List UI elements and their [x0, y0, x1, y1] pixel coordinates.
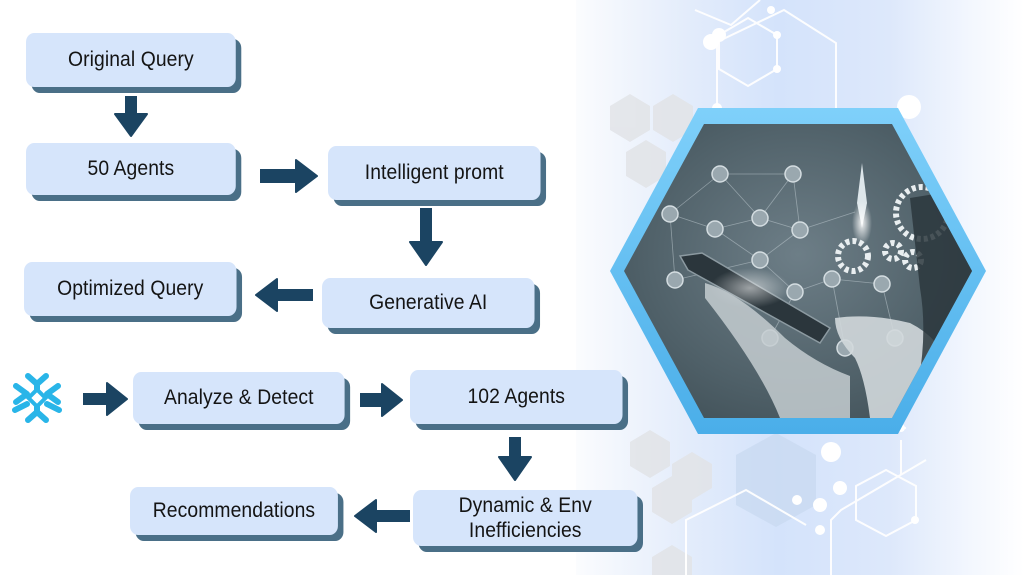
- node-label: 102 Agents: [467, 385, 566, 409]
- node-recommendations: Recommendations: [130, 487, 338, 535]
- node-label-line1: Dynamic & Env: [458, 493, 592, 517]
- node-label: Recommendations: [152, 499, 316, 523]
- node-optimized-query: Optimized Query: [24, 262, 237, 316]
- node-label-line2: Inefficiencies: [468, 519, 582, 542]
- node-analyze-detect: Analyze & Detect: [133, 372, 345, 424]
- snowflake-logo-icon: [12, 373, 62, 423]
- arrow-down-icon: [498, 437, 532, 481]
- node-intelligent-prompt: Intelligent promt: [328, 146, 541, 200]
- arrow-down-icon: [114, 96, 148, 137]
- node-label: Generative AI: [369, 291, 488, 315]
- node-dynamic-env-inefficiencies: Dynamic & Env Inefficiencies: [413, 490, 638, 546]
- node-102-agents: 102 Agents: [410, 370, 623, 424]
- arrow-left-icon: [354, 499, 410, 533]
- arrow-right-icon: [360, 383, 403, 417]
- agent-network-illustration: [610, 108, 986, 434]
- node-label: Intelligent promt: [364, 161, 504, 185]
- node-label: Optimized Query: [57, 277, 204, 301]
- arrow-right-icon: [260, 159, 318, 193]
- arrow-left-icon: [255, 278, 313, 312]
- node-generative-ai: Generative AI: [322, 278, 535, 328]
- node-label: Original Query: [67, 48, 194, 72]
- node-50-agents: 50 Agents: [26, 143, 236, 195]
- node-original-query: Original Query: [26, 33, 236, 87]
- node-label: Analyze & Detect: [163, 386, 314, 410]
- arrow-right-icon: [83, 382, 128, 416]
- node-label: 50 Agents: [87, 157, 175, 181]
- arrow-down-icon: [409, 208, 443, 266]
